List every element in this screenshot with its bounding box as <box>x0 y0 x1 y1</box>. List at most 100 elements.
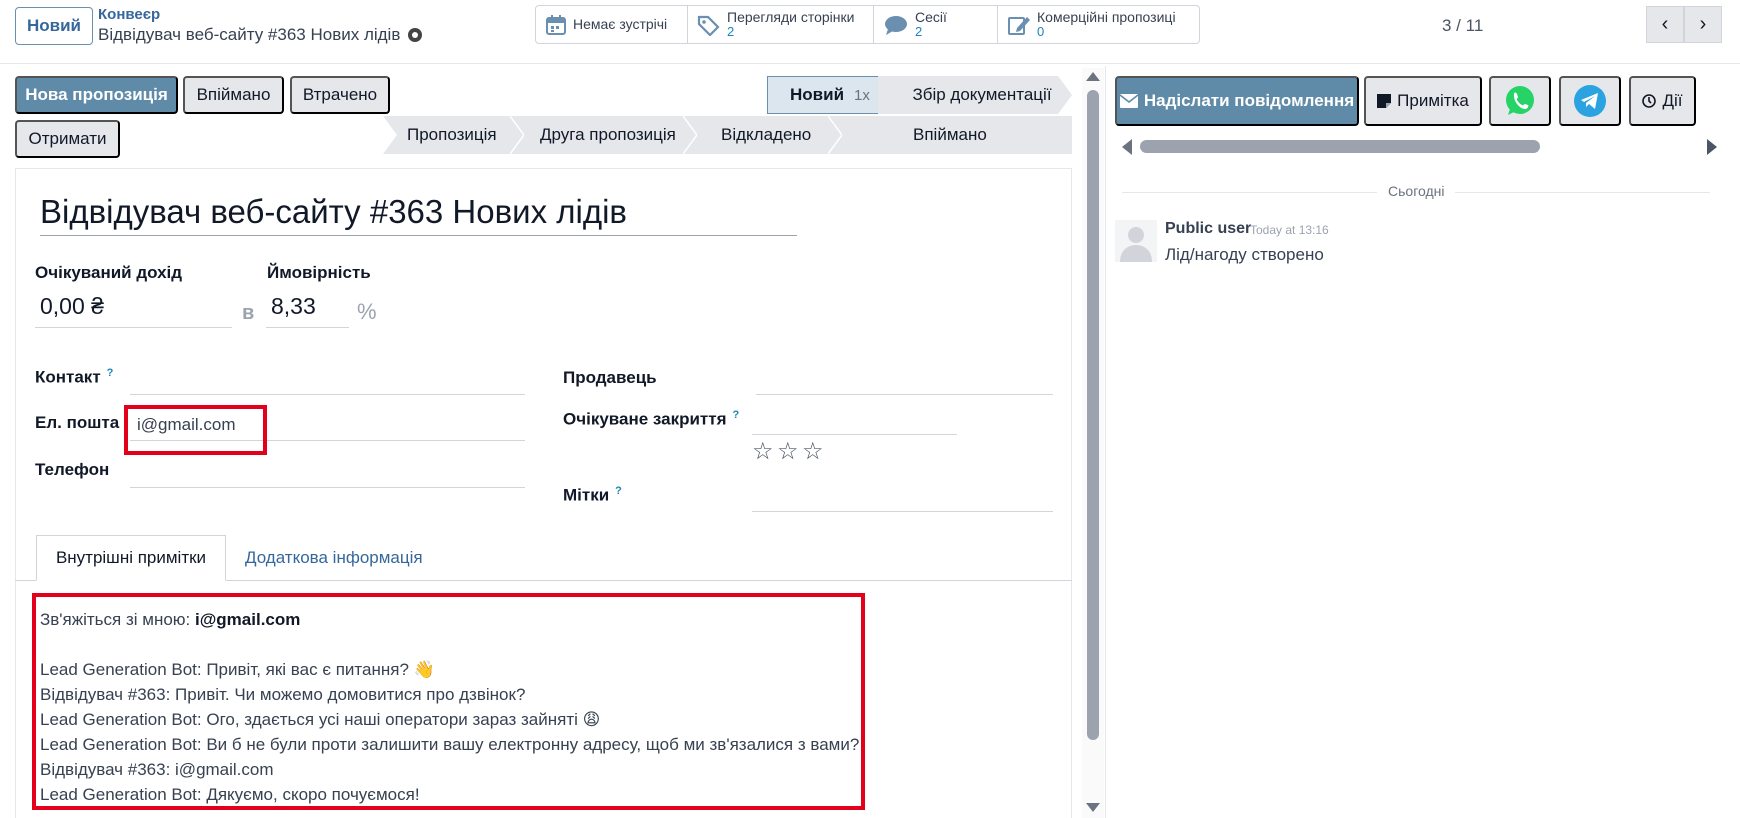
telegram-icon <box>1574 85 1606 117</box>
expected-revenue-input[interactable]: 0,00 ₴ <box>35 293 232 328</box>
help-icon[interactable]: ? <box>107 367 114 379</box>
message-author[interactable]: Public user <box>1165 220 1251 238</box>
log-note-label: Примітка <box>1397 91 1469 110</box>
phone-label: Телефон <box>35 460 110 479</box>
sessions-count: 2 <box>915 24 923 39</box>
date-divider-line <box>1122 192 1377 193</box>
tags-label: Мітки? <box>563 485 622 506</box>
envelope-icon <box>1119 94 1138 108</box>
scroll-left-icon[interactable] <box>1122 139 1132 155</box>
avatar <box>1115 220 1157 262</box>
date-divider-line <box>1455 192 1710 193</box>
stage-second-proposal[interactable]: Друга пропозиція <box>540 125 676 145</box>
page-views-count: 2 <box>727 24 735 39</box>
stage-arrow-start <box>383 116 397 154</box>
send-message-button[interactable]: Надіслати повідомлення <box>1115 76 1359 126</box>
salesperson-input[interactable] <box>756 365 1053 395</box>
new-quotation-button[interactable]: Нова пропозиція <box>15 76 178 114</box>
telegram-button[interactable] <box>1559 76 1621 126</box>
scroll-down-icon[interactable] <box>1086 803 1100 812</box>
comments-icon <box>885 15 907 35</box>
scroll-up-icon[interactable] <box>1086 72 1100 81</box>
tags-input[interactable] <box>752 482 1053 512</box>
stage-separator <box>828 116 842 154</box>
page-views-label: Перегляди сторінки <box>727 9 855 25</box>
whatsapp-button[interactable] <box>1489 76 1551 126</box>
stage-documents-label: Збір документації <box>912 85 1052 104</box>
tab-internal-notes[interactable]: Внутрішні примітки <box>36 535 226 581</box>
stage-new-count: 1x <box>854 86 870 104</box>
chatter-horizontal-scrollbar[interactable] <box>1140 140 1540 153</box>
expected-closing-input[interactable] <box>752 405 957 435</box>
email-label: Ел. пошта <box>35 413 120 432</box>
phone-input[interactable] <box>130 458 525 488</box>
priority-star-icon[interactable]: ☆ <box>802 437 824 466</box>
tags-label-text: Мітки <box>563 485 610 505</box>
whatsapp-icon <box>1506 86 1534 115</box>
stage-new-label: Новий <box>790 85 845 104</box>
form-scrollbar-thumb[interactable] <box>1087 90 1099 740</box>
log-note-button[interactable]: Примітка <box>1364 76 1482 126</box>
chatter-panel <box>1105 66 1740 818</box>
edit-icon <box>1008 16 1030 35</box>
lost-button[interactable]: Втрачено <box>290 76 390 114</box>
activities-button[interactable]: Дії <box>1629 76 1696 126</box>
stage-postponed[interactable]: Відкладено <box>721 125 811 145</box>
notes-highlight-box <box>32 593 865 810</box>
clock-icon <box>1642 94 1657 108</box>
calendar-icon <box>546 14 566 35</box>
pager-value: 3 / 11 <box>1442 16 1484 35</box>
breadcrumb-title: Відвідувач веб-сайту #363 Нових лідів <box>98 25 401 44</box>
meetings-smart-button[interactable]: Немає зустрічі <box>536 6 688 43</box>
contact-input[interactable] <box>130 365 525 395</box>
quotations-smart-button[interactable]: Комерційні пропозиці 0 <box>998 6 1199 43</box>
user-avatar-icon <box>1115 220 1157 262</box>
lead-title-input[interactable]: Відвідувач веб-сайту #363 Нових лідів <box>40 193 797 236</box>
sessions-label: Сесії <box>915 9 947 25</box>
stage-pipeline-top: Новий 1x Збір документації <box>767 76 1072 114</box>
probability-label: Ймовірність <box>267 263 371 282</box>
chevron-left-icon: ‹ <box>1661 13 1669 35</box>
quotations-count: 0 <box>1037 24 1045 39</box>
stage-arrow-end <box>1058 76 1072 114</box>
new-record-button[interactable]: Новий <box>15 7 93 45</box>
tab-extra-info[interactable]: Додаткова інформація <box>245 535 423 581</box>
priority-star-icon[interactable]: ☆ <box>752 437 774 466</box>
contact-label-text: Контакт <box>35 367 101 387</box>
scroll-right-icon[interactable] <box>1707 139 1717 155</box>
stage-new[interactable]: Новий 1x <box>767 76 879 114</box>
expected-closing-label-text: Очікуване закриття <box>563 409 727 429</box>
pager-previous-button[interactable]: ‹ <box>1646 6 1684 43</box>
salesperson-label: Продавець <box>563 368 657 387</box>
percent-sign: % <box>357 299 377 324</box>
stage-won[interactable]: Впіймано <box>913 125 987 145</box>
send-message-label: Надіслати повідомлення <box>1143 91 1355 110</box>
expected-revenue-label: Очікуваний дохід <box>35 263 183 282</box>
meetings-label: Немає зустрічі <box>573 16 668 32</box>
sticky-note-icon <box>1377 94 1392 108</box>
tags-icon <box>697 15 720 36</box>
probability-input[interactable]: 8,33 <box>266 293 349 328</box>
page-views-smart-button[interactable]: Перегляди сторінки 2 <box>688 6 874 43</box>
priority-star-icon[interactable]: ☆ <box>777 437 799 466</box>
sessions-smart-button[interactable]: Сесії 2 <box>874 6 998 43</box>
breadcrumb-current: Відвідувач веб-сайту #363 Нових лідів <box>98 25 423 45</box>
activities-label: Дії <box>1662 91 1683 110</box>
help-icon[interactable]: ? <box>733 409 740 421</box>
gear-icon[interactable] <box>408 28 423 42</box>
chevron-right-icon: › <box>1699 13 1707 35</box>
message-body: Лід/нагоду створено <box>1165 245 1324 264</box>
stage-separator <box>683 116 697 154</box>
at-label: в <box>242 302 255 324</box>
help-icon[interactable]: ? <box>615 485 622 497</box>
stage-documents[interactable]: Збір документації <box>878 76 1058 114</box>
email-highlight-box <box>124 405 267 455</box>
stage-proposal[interactable]: Пропозиція <box>407 125 497 145</box>
enrich-button[interactable]: Отримати <box>15 120 120 158</box>
won-button[interactable]: Впіймано <box>183 76 284 114</box>
date-divider-label: Сьогодні <box>1388 183 1445 199</box>
smart-buttons: Немає зустрічі Перегляди сторінки 2 Сесі… <box>535 5 1200 44</box>
breadcrumb-root[interactable]: Конвеєр <box>98 6 160 23</box>
message-date: Today at 13:16 <box>1250 223 1329 237</box>
pager-next-button[interactable]: › <box>1684 6 1722 43</box>
